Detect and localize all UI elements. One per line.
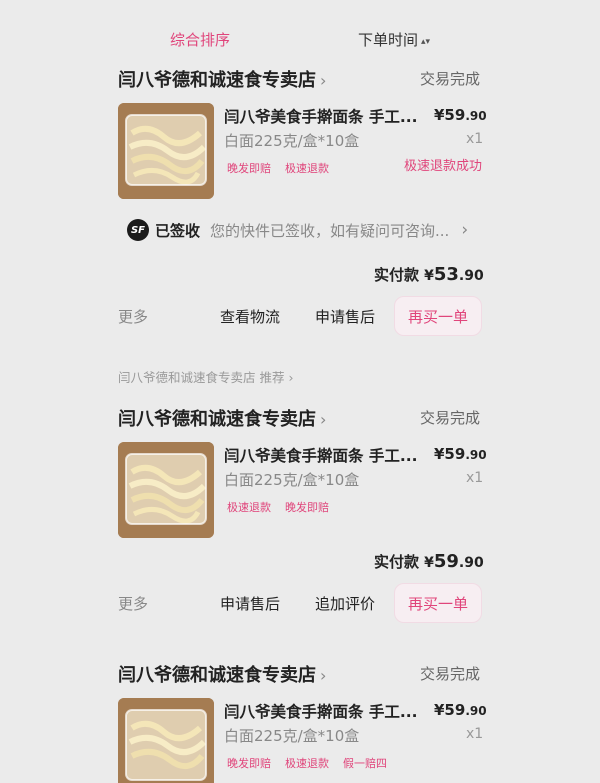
- tag-late-delivery-compensation: 晚发即赔: [285, 501, 329, 514]
- chevron-right-icon: ›: [461, 220, 469, 240]
- total-amount: ¥53.90: [424, 264, 484, 285]
- service-tags: 晚发即赔 极速退款 假一赔四: [227, 752, 401, 771]
- product-thumbnail[interactable]: [118, 698, 214, 783]
- product-price: ¥59.90: [434, 106, 487, 124]
- tab-comprehensive-sort[interactable]: 综合排序: [170, 29, 230, 50]
- service-tags: 极速退款 晚发即赔: [227, 496, 343, 515]
- price-decimal: .90: [465, 704, 487, 718]
- price-decimal: .90: [465, 448, 487, 462]
- currency-symbol: ¥: [424, 555, 434, 571]
- view-logistics-button[interactable]: 查看物流: [204, 297, 296, 335]
- shop-recommend-link[interactable]: 闫八爷德和诚速食专卖店 推荐 ›: [118, 367, 293, 386]
- product-name[interactable]: 闫八爷美食手擀面条 手工...: [224, 444, 418, 466]
- service-tags: 晚发即赔 极速退款: [227, 157, 343, 176]
- apply-after-sale-button[interactable]: 申请售后: [302, 297, 388, 335]
- add-review-button[interactable]: 追加评价: [302, 584, 388, 622]
- product-qty: x1: [466, 726, 484, 742]
- chevron-right-icon: ›: [320, 410, 327, 429]
- shop-name: 闫八爷德和诚速食专卖店: [118, 70, 316, 91]
- chevron-right-icon: ›: [320, 666, 327, 685]
- sf-express-icon: SF: [127, 219, 149, 241]
- product-spec: 白面225克/盒*10盒: [224, 132, 360, 150]
- total-label: 实付款: [374, 553, 420, 571]
- total-paid: 实付款 ¥53.90: [374, 264, 484, 285]
- total-integer: 53: [433, 264, 459, 285]
- product-price: ¥59.90: [434, 445, 487, 463]
- chevron-right-icon: ›: [320, 71, 327, 90]
- buy-again-button[interactable]: 再买一单: [394, 296, 482, 336]
- total-decimal: .90: [458, 268, 484, 284]
- tag-fast-refund: 极速退款: [227, 501, 271, 514]
- currency-symbol: ¥: [424, 268, 434, 284]
- tag-fast-refund: 极速退款: [285, 162, 329, 175]
- tab-order-time-label: 下单时间: [358, 31, 419, 49]
- product-name[interactable]: 闫八爷美食手擀面条 手工...: [224, 105, 418, 127]
- tag-fake-one-pay-four: 假一赔四: [343, 757, 387, 770]
- product-spec: 白面225克/盒*10盒: [224, 727, 360, 745]
- price-integer: ¥59: [434, 106, 466, 124]
- more-button[interactable]: 更多: [118, 306, 148, 327]
- shop-name-link[interactable]: 闫八爷德和诚速食专卖店 ›: [118, 661, 326, 687]
- order-status: 交易完成: [420, 70, 481, 88]
- product-thumbnail[interactable]: [118, 442, 214, 538]
- shop-name-link[interactable]: 闫八爷德和诚速食专卖店 ›: [118, 66, 326, 92]
- tag-fast-refund: 极速退款: [285, 757, 329, 770]
- shop-name: 闫八爷德和诚速食专卖店: [118, 409, 316, 430]
- product-qty: x1: [466, 470, 484, 486]
- noodle-product-icon: [118, 103, 214, 199]
- total-label: 实付款: [374, 266, 420, 284]
- tab-order-time[interactable]: 下单时间 ▴▾: [358, 29, 430, 50]
- product-name[interactable]: 闫八爷美食手擀面条 手工...: [224, 700, 418, 722]
- price-integer: ¥59: [434, 445, 466, 463]
- order-status: 交易完成: [420, 665, 481, 683]
- more-button[interactable]: 更多: [118, 593, 148, 614]
- shop-name-link[interactable]: 闫八爷德和诚速食专卖店 ›: [118, 405, 326, 431]
- total-paid: 实付款 ¥59.90: [374, 551, 484, 572]
- buy-again-button[interactable]: 再买一单: [394, 583, 482, 623]
- refund-status: 极速退款成功: [404, 159, 483, 174]
- product-thumbnail[interactable]: [118, 103, 214, 199]
- logistics-row[interactable]: SF 已签收 您的快件已签收，如有疑问可咨询... ›: [127, 219, 468, 241]
- total-integer: 59: [433, 551, 459, 572]
- product-spec: 白面225克/盒*10盒: [224, 471, 360, 489]
- noodle-product-icon: [118, 442, 214, 538]
- tag-late-delivery-compensation: 晚发即赔: [227, 162, 271, 175]
- order-status: 交易完成: [420, 409, 481, 427]
- apply-after-sale-button[interactable]: 申请售后: [204, 584, 296, 622]
- total-decimal: .90: [458, 555, 484, 571]
- sort-arrows-icon: ▴▾: [421, 37, 431, 47]
- product-qty: x1: [466, 131, 484, 147]
- price-integer: ¥59: [434, 701, 466, 719]
- price-decimal: .90: [465, 109, 487, 123]
- tag-late-delivery-compensation: 晚发即赔: [227, 757, 271, 770]
- shop-name: 闫八爷德和诚速食专卖店: [118, 665, 316, 686]
- logistics-state: 已签收: [155, 221, 201, 240]
- total-amount: ¥59.90: [424, 551, 484, 572]
- product-price: ¥59.90: [434, 701, 487, 719]
- logistics-message: 您的快件已签收，如有疑问可咨询...: [210, 221, 450, 240]
- noodle-product-icon: [118, 698, 214, 783]
